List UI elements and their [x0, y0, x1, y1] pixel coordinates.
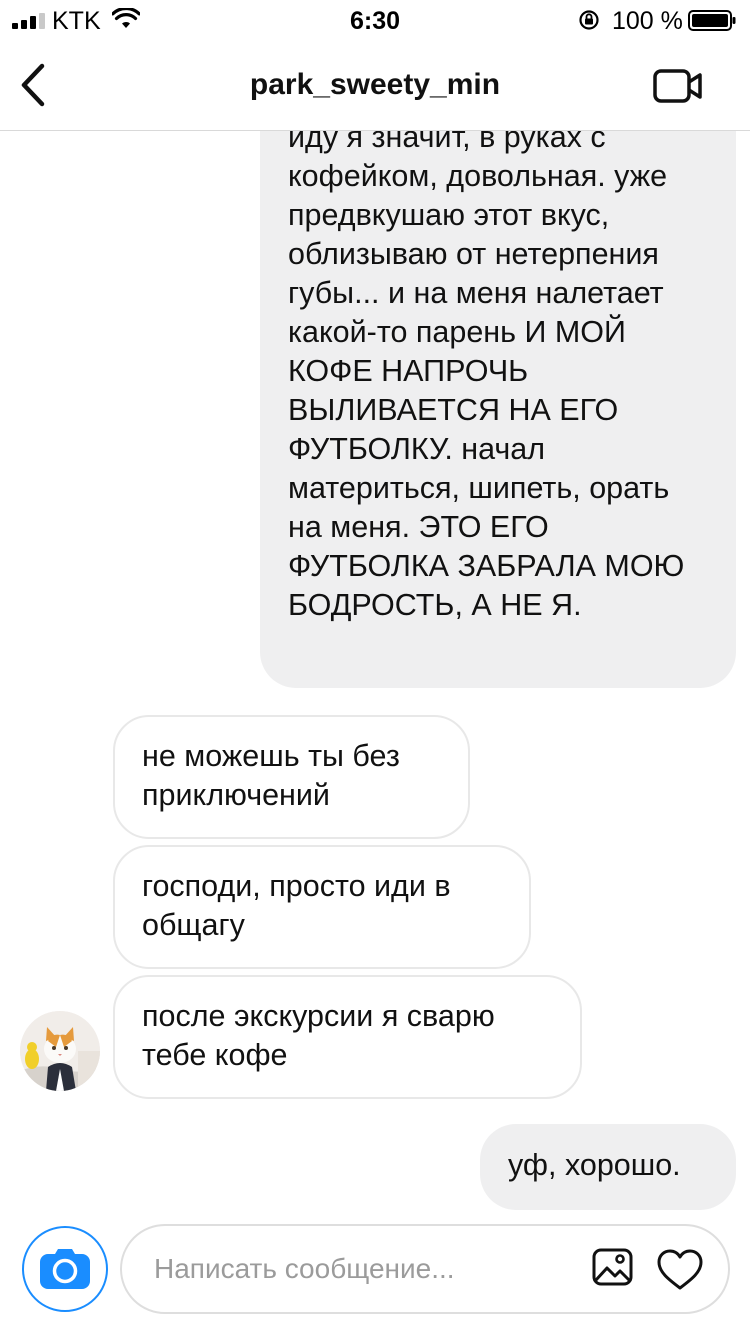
message-bubble-incoming[interactable]: после экскурсии я сварю тебе кофе [113, 975, 582, 1099]
avatar[interactable] [20, 1011, 100, 1091]
status-bar: KTK 6:30 100 % [0, 0, 750, 40]
rotation-lock-icon [579, 10, 599, 30]
message-text: уф, хорошо. [508, 1148, 681, 1182]
message-input-container[interactable] [120, 1224, 730, 1314]
message-text: господи, просто иди в общагу [142, 869, 451, 942]
message-composer [0, 1212, 750, 1334]
message-bubble-outgoing[interactable]: иду я значит, в руках с кофейком, доволь… [260, 131, 736, 688]
message-text: после экскурсии я сварю тебе кофе [142, 999, 495, 1072]
camera-button[interactable] [22, 1226, 108, 1312]
battery-percent: 100 % [612, 7, 683, 35]
message-text: не можешь ты без приключений [142, 739, 400, 812]
chat-header: park_sweety_min [0, 40, 750, 131]
message-text: иду я значит, в руках с кофейком, доволь… [288, 131, 685, 622]
message-input[interactable] [154, 1246, 574, 1292]
gallery-icon [592, 1248, 633, 1286]
video-call-button[interactable] [652, 66, 704, 106]
message-bubble-incoming[interactable]: господи, просто иди в общагу [113, 845, 531, 969]
heart-icon [657, 1249, 703, 1290]
like-button[interactable] [656, 1248, 704, 1292]
message-list[interactable]: иду я значит, в руках с кофейком, доволь… [0, 131, 750, 1211]
message-bubble-incoming[interactable]: не можешь ты без приключений [113, 715, 470, 839]
video-camera-icon [653, 69, 702, 103]
camera-icon [40, 1249, 90, 1289]
battery-icon [688, 10, 736, 31]
message-bubble-outgoing[interactable]: уф, хорошо. [480, 1124, 736, 1210]
gallery-button[interactable] [588, 1248, 634, 1292]
chat-title[interactable]: park_sweety_min [0, 67, 750, 103]
